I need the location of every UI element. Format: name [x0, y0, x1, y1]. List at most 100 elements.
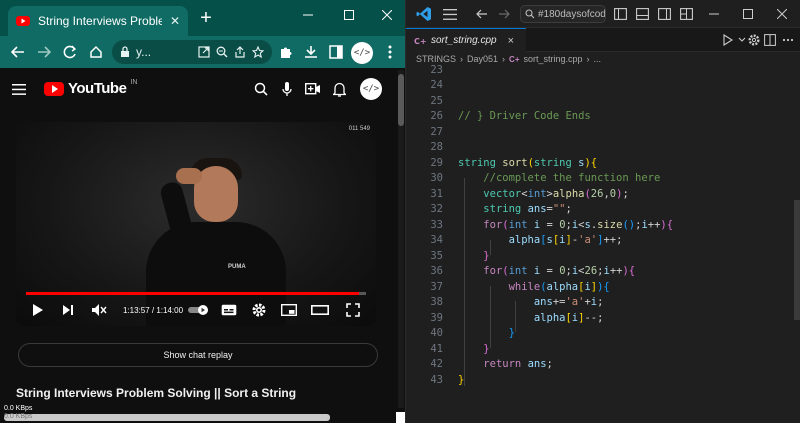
autoplay-toggle-icon[interactable] [186, 302, 210, 318]
more-actions-icon[interactable] [780, 32, 796, 48]
youtube-region: IN [130, 79, 138, 86]
theater-mode-icon[interactable] [310, 302, 330, 318]
profile-avatar[interactable]: </> [351, 42, 373, 64]
youtube-favicon-icon [16, 16, 30, 26]
side-panel-icon[interactable] [326, 42, 346, 62]
editor-tab-bar: C+ sort_string.cpp × [406, 28, 800, 52]
vscode-window: #180daysofcod C+ sort_string.cpp × STRIN… [405, 0, 800, 423]
maximize-icon[interactable] [740, 6, 756, 22]
code-line: } [483, 249, 490, 262]
chrome-toolbar: y... [0, 36, 405, 68]
vertical-scrollbar-thumb[interactable] [398, 74, 404, 126]
forward-arrow-icon[interactable] [34, 42, 54, 62]
line-number: 40 [430, 327, 443, 340]
video-progress-bar[interactable] [26, 292, 366, 295]
browser-tab[interactable]: String Interviews Problem Solvi ✕ [8, 6, 188, 36]
minimize-icon[interactable] [296, 6, 320, 24]
editor-scrollbar[interactable] [794, 200, 800, 320]
toggle-panel-icon[interactable] [634, 6, 650, 22]
close-window-icon[interactable] [774, 6, 790, 22]
code-line: ans+='a'+i; [533, 296, 604, 309]
show-chat-replay-button[interactable]: Show chat replay [18, 343, 378, 367]
download-icon[interactable] [301, 42, 321, 62]
miniplayer-icon[interactable] [280, 302, 298, 318]
address-bar-url: y... [136, 45, 152, 59]
vscode-title-bar: #180daysofcod [406, 0, 800, 28]
line-number: 30 [430, 172, 443, 185]
reload-icon[interactable] [60, 42, 80, 62]
cpp-file-icon: C+ [414, 36, 426, 46]
code-line: return ans; [483, 358, 553, 371]
line-number: 24 [430, 79, 443, 92]
settings-gear-icon[interactable] [250, 302, 268, 318]
close-window-icon[interactable] [375, 6, 399, 24]
fullscreen-icon[interactable] [344, 302, 362, 318]
split-editor-icon[interactable] [762, 32, 778, 48]
settings-gear-icon[interactable] [746, 32, 762, 48]
browser-tab-title: String Interviews Problem Solvi [38, 14, 162, 28]
youtube-logo[interactable]: YouTube IN [44, 79, 138, 97]
youtube-wordmark: YouTube [68, 80, 127, 97]
code-line: } [458, 373, 465, 386]
code-line: vector<int>alpha(26,0); [483, 187, 629, 200]
nav-back-icon[interactable] [474, 6, 490, 22]
line-number: 27 [430, 125, 443, 138]
code-line: alpha[i]--; [533, 311, 604, 324]
toggle-secondary-sidebar-icon[interactable] [656, 6, 672, 22]
share-icon[interactable] [234, 46, 246, 58]
line-number: 26 [430, 110, 443, 123]
maximize-icon[interactable] [337, 6, 361, 24]
search-icon [525, 9, 535, 19]
chrome-menu-icon[interactable] [380, 42, 400, 62]
bookmark-star-icon[interactable] [252, 46, 264, 58]
line-number: 41 [430, 342, 443, 355]
hamburger-menu-icon[interactable] [12, 82, 26, 100]
hamburger-menu-icon[interactable] [442, 6, 458, 22]
toggle-primary-sidebar-icon[interactable] [612, 6, 628, 22]
editor-tab-name: sort_string.cpp [431, 35, 497, 46]
line-number: 39 [430, 311, 443, 324]
network-speed-indicator: 0.0 KBps [4, 405, 33, 412]
video-presenter-hand [176, 168, 202, 184]
code-editor[interactable]: 23 24 25 26 // } Driver Code Ends 27 28 … [406, 62, 800, 423]
code-line: string ans=""; [483, 203, 572, 216]
line-number: 38 [430, 296, 443, 309]
video-player[interactable]: PUMA 011 549 1:13:57 / 1:14:00 [16, 122, 376, 326]
line-number: 33 [430, 218, 443, 231]
next-video-icon[interactable] [60, 302, 76, 318]
video-controls: 1:13:57 / 1:14:00 [16, 298, 376, 322]
microphone-icon[interactable] [278, 80, 296, 98]
network-speed-indicator-secondary: 0.0 KBps [4, 413, 33, 420]
back-arrow-icon[interactable] [8, 42, 28, 62]
youtube-play-icon [44, 81, 64, 96]
subtitles-icon[interactable] [220, 302, 238, 318]
customize-layout-icon[interactable] [678, 6, 694, 22]
open-in-app-icon[interactable] [198, 46, 210, 58]
nav-forward-icon[interactable] [496, 6, 512, 22]
zoom-icon[interactable] [216, 46, 228, 58]
scrollbar-corner [396, 412, 405, 423]
home-icon[interactable] [86, 42, 106, 62]
create-video-icon[interactable] [304, 80, 322, 98]
line-number: 37 [430, 280, 443, 293]
new-tab-button[interactable]: + [196, 8, 216, 28]
chrome-window: String Interviews Problem Solvi ✕ + [0, 0, 405, 423]
youtube-account-avatar[interactable]: </> [360, 78, 382, 100]
editor-tab[interactable]: C+ sort_string.cpp × [406, 28, 526, 52]
tab-close-icon[interactable]: ✕ [170, 14, 180, 28]
tab-close-icon[interactable]: × [508, 35, 514, 47]
horizontal-scrollbar[interactable] [4, 414, 330, 421]
extensions-puzzle-icon[interactable] [276, 42, 296, 62]
line-number: 35 [430, 249, 443, 262]
line-number: 25 [430, 94, 443, 107]
address-bar[interactable]: y... [112, 40, 272, 64]
code-line: alpha[s[i]-'a']++; [508, 234, 623, 247]
vscode-logo-icon [416, 6, 432, 27]
command-center-search[interactable]: #180daysofcod [520, 5, 606, 23]
search-icon[interactable] [252, 80, 270, 98]
lock-icon[interactable] [120, 46, 130, 58]
mute-icon[interactable] [90, 302, 108, 318]
minimize-icon[interactable] [706, 6, 722, 22]
notifications-bell-icon[interactable] [330, 80, 348, 98]
play-icon[interactable] [30, 302, 46, 318]
